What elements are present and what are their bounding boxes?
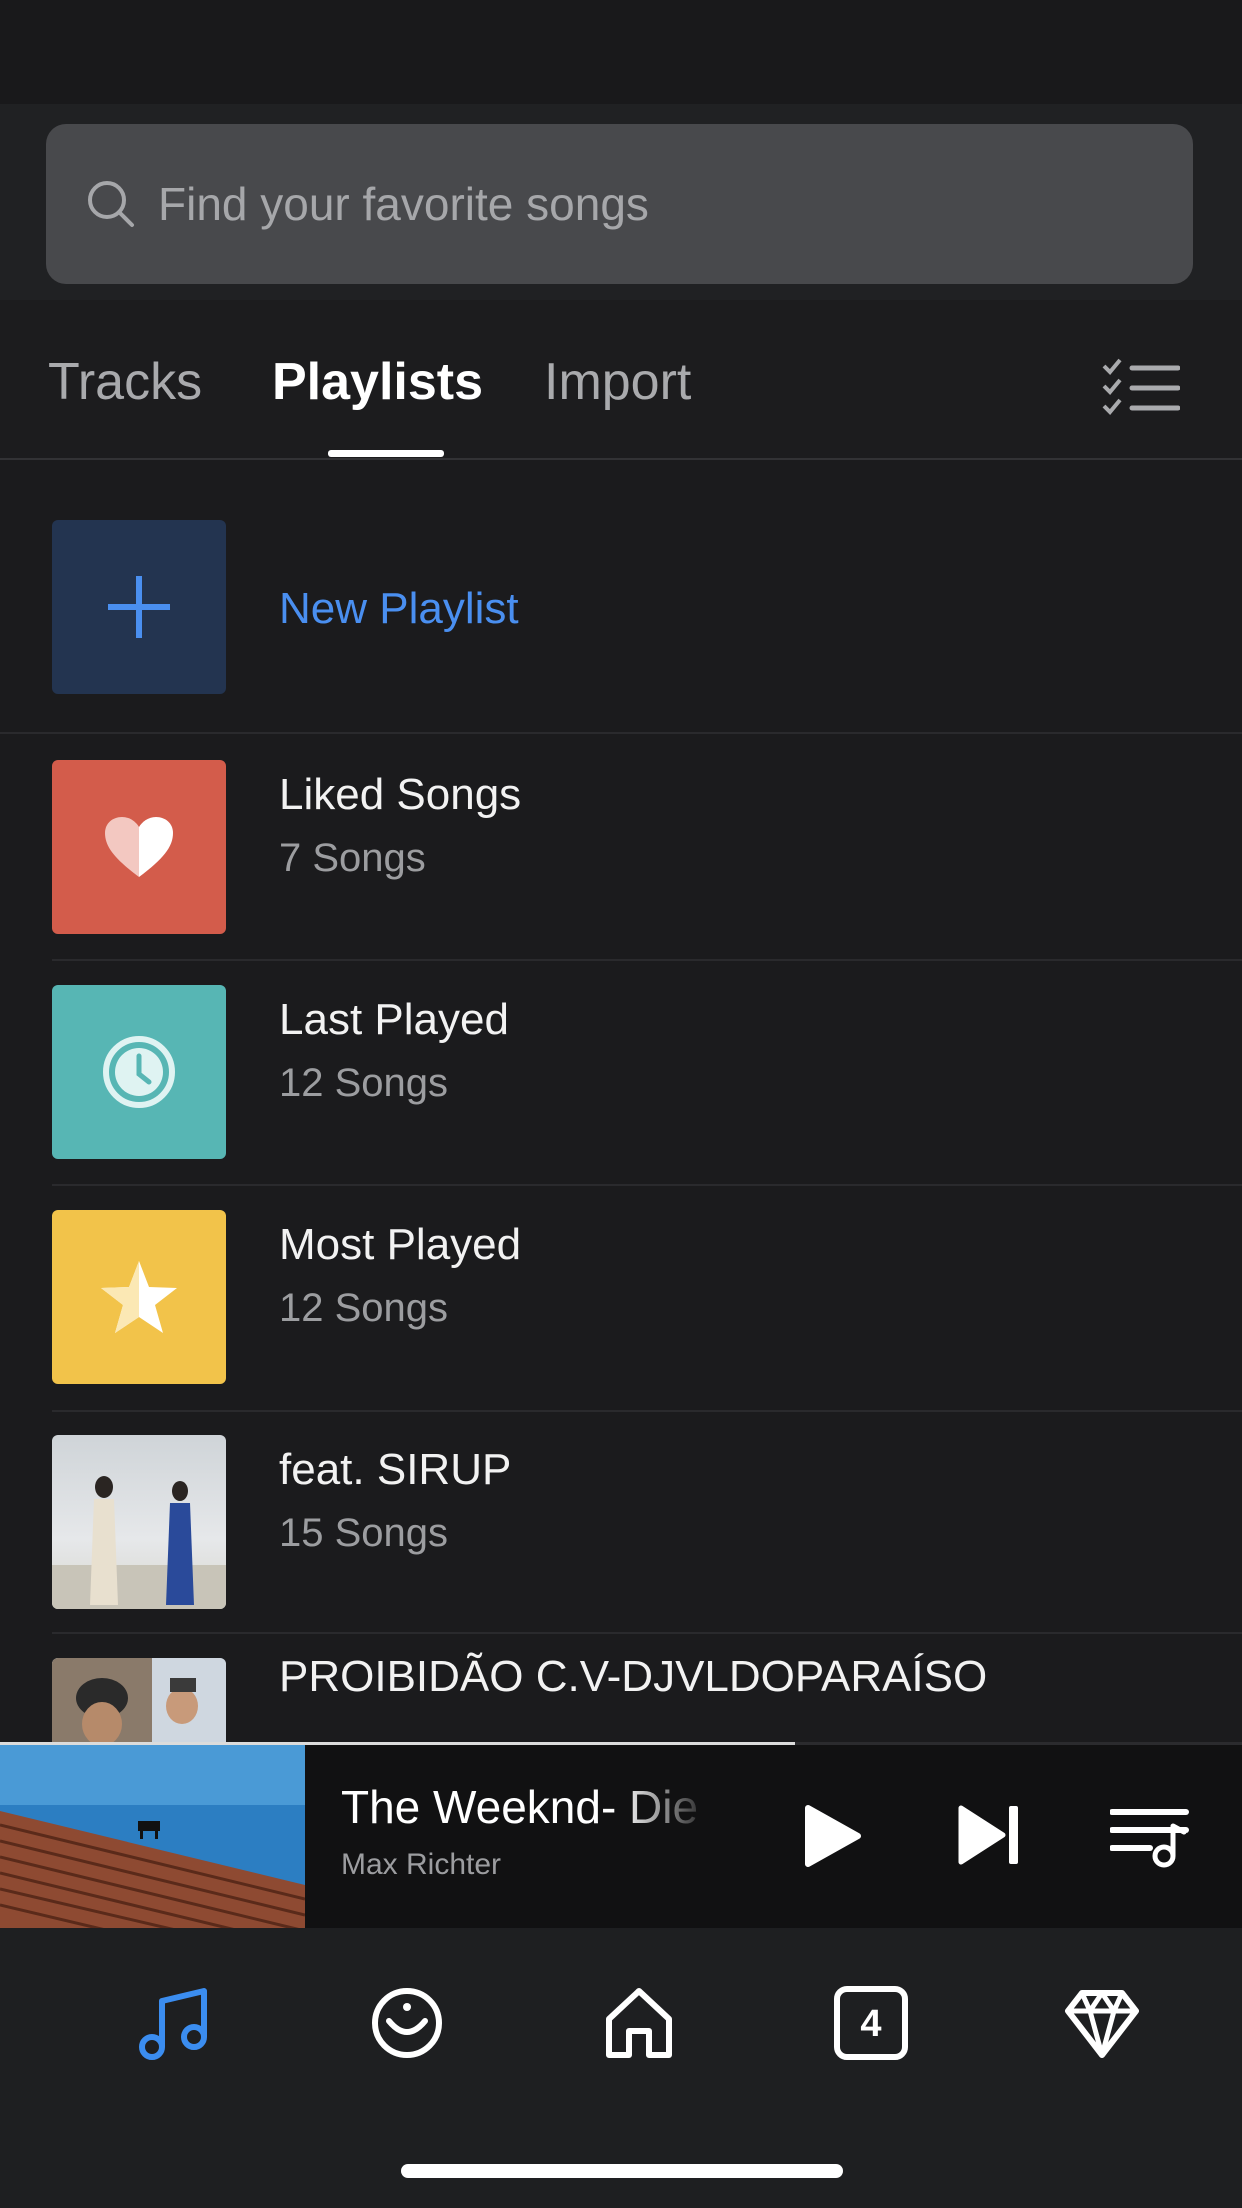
status-bar (0, 0, 1242, 104)
now-playing-art (0, 1745, 305, 1928)
playlist-title: Liked Songs (279, 770, 522, 819)
heart-icon (105, 817, 173, 877)
playlist-title: Most Played (279, 1220, 522, 1269)
playlist-count: 12 Songs (279, 1286, 449, 1330)
star-icon (101, 1261, 177, 1333)
search-input[interactable] (158, 177, 1118, 231)
album-art (52, 1435, 226, 1609)
now-playing-title: The Weeknd- Die For You (341, 1781, 713, 1833)
last-played-thumb (52, 985, 226, 1159)
playlist-title: Last Played (279, 995, 509, 1044)
playlist-row-feat-sirup[interactable]: feat. SIRUP 15 Songs (0, 1397, 1242, 1622)
playlist-row-most-played[interactable]: Most Played 12 Songs (0, 1172, 1242, 1397)
new-playlist-label: New Playlist (279, 584, 519, 633)
checklist-icon (1102, 358, 1181, 415)
now-playing-artist: Max Richter (341, 1848, 502, 1881)
new-playlist-row[interactable]: New Playlist (0, 482, 1242, 707)
playlist-row-proibidao[interactable]: PROIBIDÃO C.V-DJVLDOPARAÍSO (0, 1620, 1242, 1742)
tab-bar: Tracks Playlists Import (0, 300, 1242, 460)
mini-player[interactable]: The Weeknd- Die For You Max Richter (0, 1742, 1242, 1928)
play-icon (805, 1805, 861, 1867)
nav-premium[interactable] (1057, 1978, 1147, 2068)
new-playlist-tile (52, 520, 226, 694)
album-art-figures (52, 1476, 226, 1609)
nav-badge[interactable]: 4 (826, 1978, 916, 2068)
album-art-roof (0, 1745, 305, 1928)
queue-icon (1109, 1809, 1189, 1868)
play-button[interactable] (800, 1802, 864, 1875)
home-icon (606, 1988, 672, 2058)
most-played-thumb (52, 1210, 226, 1384)
music-note-icon (139, 1988, 207, 2060)
home-indicator (401, 2164, 843, 2178)
badge-icon: 4 (834, 1986, 908, 2060)
skip-next-button[interactable] (955, 1802, 1025, 1873)
playlist-row-last-played[interactable]: Last Played 12 Songs (0, 947, 1242, 1172)
tab-import[interactable]: Import (544, 352, 691, 412)
search-icon (88, 181, 134, 227)
playlist-count: 7 Songs (279, 836, 426, 880)
sort-button[interactable] (1100, 358, 1181, 423)
diamond-icon (1065, 1990, 1139, 2058)
search-area (0, 104, 1242, 300)
nav-home[interactable] (594, 1978, 684, 2068)
discover-icon (372, 1988, 442, 2058)
queue-button[interactable] (1109, 1802, 1190, 1873)
album-art (52, 1658, 226, 1742)
playlist-count: 15 Songs (279, 1511, 449, 1555)
badge-number: 4 (860, 2003, 881, 2045)
nav-music[interactable] (131, 1978, 221, 2068)
tab-tracks[interactable]: Tracks (48, 352, 202, 412)
liked-songs-thumb (52, 760, 226, 934)
active-tab-indicator (328, 450, 444, 457)
plus-icon (108, 576, 170, 638)
search-box[interactable] (46, 124, 1193, 284)
playlist-count: 12 Songs (279, 1061, 449, 1105)
playlist-title: PROIBIDÃO C.V-DJVLDOPARAÍSO (279, 1652, 988, 1701)
album-art-people (52, 1658, 226, 1742)
tab-playlists[interactable]: Playlists (272, 352, 483, 412)
nav-discover[interactable] (362, 1978, 452, 2068)
skip-next-icon (958, 1805, 1018, 1865)
clock-icon (103, 1036, 175, 1108)
playlist-row-liked-songs[interactable]: Liked Songs 7 Songs (0, 722, 1242, 947)
playlist-title: feat. SIRUP (279, 1445, 512, 1494)
